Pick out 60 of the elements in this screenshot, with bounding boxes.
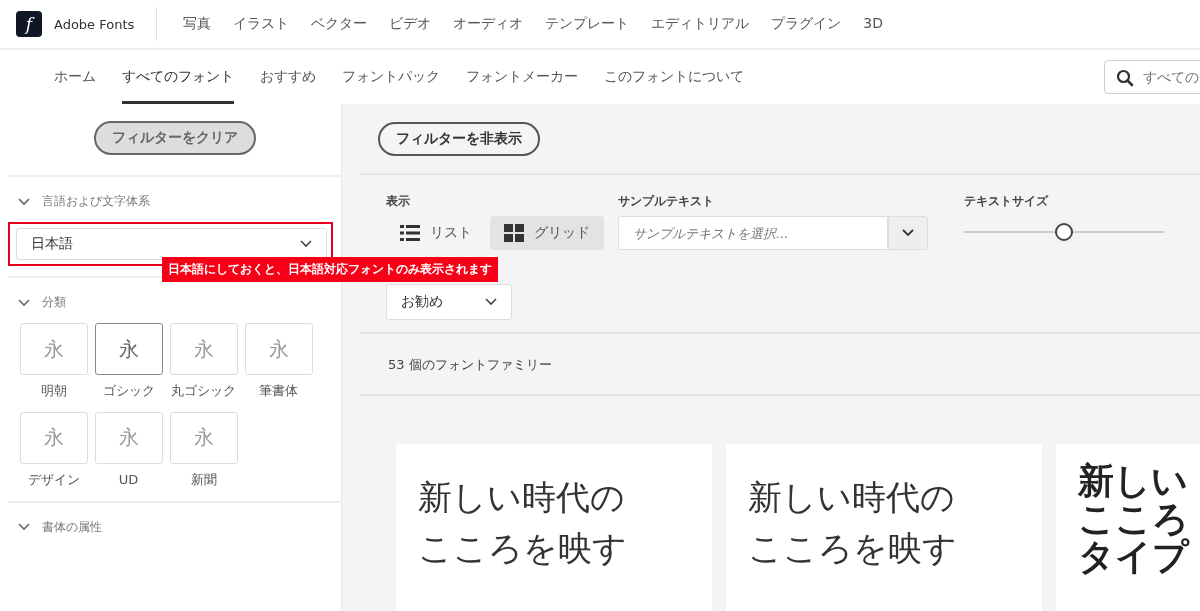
classification-label: UD xyxy=(117,470,140,489)
classification-label: 新聞 xyxy=(189,470,218,489)
top-nav-link[interactable]: 3D xyxy=(863,15,884,33)
sort-dropdown[interactable]: お勧め xyxy=(386,284,512,320)
sample-text: 新しい時代の xyxy=(748,476,956,519)
top-nav-link[interactable]: エディトリアル xyxy=(651,15,750,33)
nav-tab[interactable]: フォントメーカー xyxy=(466,50,578,104)
view-toggle[interactable]: リスト xyxy=(386,216,486,250)
chevron-down-icon[interactable] xyxy=(18,197,30,206)
dropdown-button[interactable] xyxy=(888,216,928,250)
logo-icon[interactable]: f xyxy=(16,11,42,37)
sample-text: 新しい xyxy=(1078,462,1189,500)
section-heading: 分類 xyxy=(42,294,66,311)
classification-label: 丸ゴシック xyxy=(170,382,237,400)
top-nav-link[interactable]: ビデオ xyxy=(389,15,432,33)
chevron-down-icon xyxy=(902,229,914,237)
list-icon xyxy=(400,225,420,241)
font-card[interactable]: 新しい時代の こころを映す xyxy=(726,444,1042,611)
search-field[interactable]: すべての xyxy=(1104,60,1200,94)
top-nav-link[interactable]: プラグイン xyxy=(771,15,842,33)
section-heading: 言語および文字体系 xyxy=(42,193,150,210)
sample-text: こころを映す xyxy=(748,527,958,570)
top-nav-link[interactable]: 写真 xyxy=(183,15,212,33)
chevron-down-icon[interactable] xyxy=(18,523,30,532)
nav-tab[interactable]: すべてのフォント xyxy=(122,50,234,104)
view-label: 表示 xyxy=(386,193,411,210)
nav-tab[interactable]: おすすめ xyxy=(260,50,316,104)
top-nav-link[interactable]: イラスト xyxy=(233,15,290,33)
top-nav-link[interactable]: オーディオ xyxy=(453,15,524,33)
nav-tab[interactable]: このフォントについて xyxy=(604,50,744,104)
chevron-down-icon[interactable] xyxy=(18,298,30,307)
classification-label: ゴシック xyxy=(101,382,156,400)
clear-filters-button[interactable]: フィルターをクリア xyxy=(93,121,256,155)
view-toggle[interactable]: グリッド xyxy=(490,216,604,250)
annotation-label: 日本語にしておくと、日本語対応フォントのみ表示されます xyxy=(162,257,498,282)
sample-text: こころを映す xyxy=(418,527,628,570)
section-heading: 書体の属性 xyxy=(42,518,102,536)
sample-text-label: サンプルテキスト xyxy=(618,193,715,210)
hide-filters-button[interactable]: フィルターを非表示 xyxy=(378,122,540,156)
font-card[interactable]: 新しい こころ タイプ xyxy=(1056,444,1200,611)
classification-label: 筆書体 xyxy=(258,382,299,400)
chevron-down-icon xyxy=(300,240,312,248)
nav-tab[interactable]: フォントパック xyxy=(342,50,440,104)
slider-thumb[interactable] xyxy=(1055,223,1073,241)
font-family-count: 53 個のフォントファミリー xyxy=(388,357,552,372)
brand-name[interactable]: Adobe Fonts xyxy=(54,16,135,32)
sample-text-field[interactable]: サンプルテキストを選択... xyxy=(618,216,888,250)
top-nav-link[interactable]: テンプレート xyxy=(545,15,630,33)
chevron-down-icon xyxy=(485,298,497,306)
sample-text: 新しい時代の xyxy=(418,476,626,519)
sample-text: こころ xyxy=(1078,499,1189,538)
font-card[interactable]: 新しい時代の こころを映す xyxy=(396,444,712,611)
top-nav-link[interactable]: ベクター xyxy=(311,15,368,33)
classification-label: 明朝 xyxy=(39,382,68,400)
sample-text: タイプ xyxy=(1078,537,1191,576)
grid-icon xyxy=(504,224,524,242)
text-size-label: テキストサイズ xyxy=(964,193,1050,210)
nav-tab[interactable]: ホーム xyxy=(54,50,96,104)
classification-label: デザイン xyxy=(26,470,81,489)
classification-tile[interactable]: 永 xyxy=(94,323,163,375)
